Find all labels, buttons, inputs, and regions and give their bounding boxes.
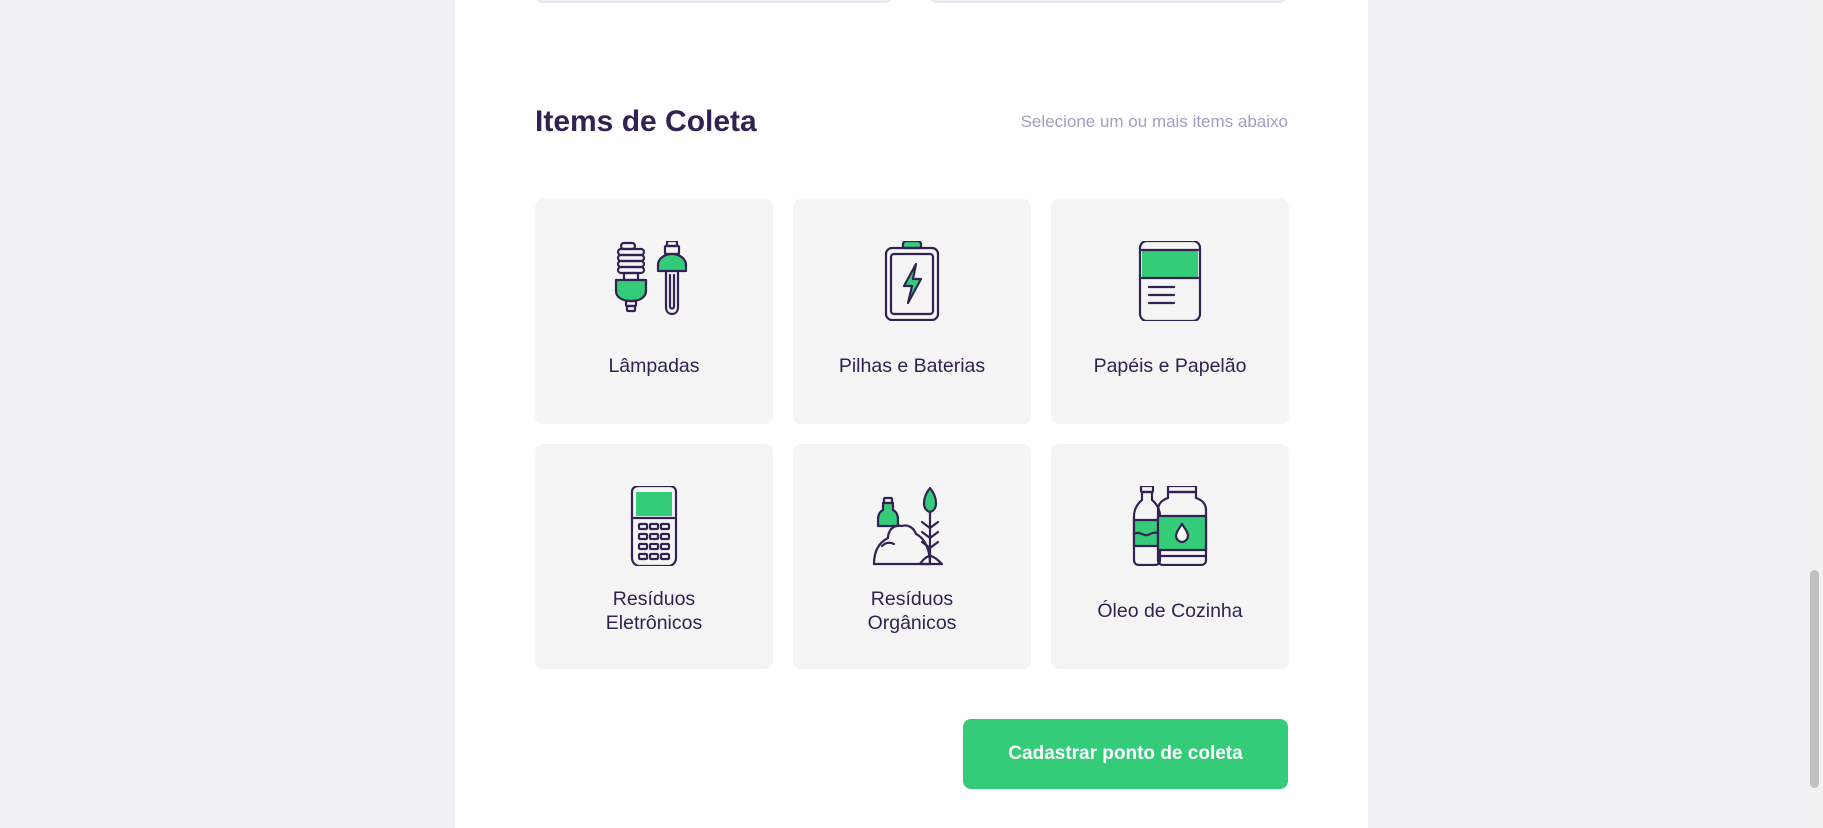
battery-icon [872, 241, 952, 321]
items-grid: Lâmpadas Pilhas e Baterias Papéis e Pape… [535, 199, 1289, 669]
page: Items de Coleta Selecione um ou mais ite… [0, 0, 1823, 828]
paper-icon [1130, 241, 1210, 321]
item-paper[interactable]: Papéis e Papelão [1051, 199, 1289, 424]
item-electronics[interactable]: Resíduos Eletrônicos [535, 444, 773, 669]
item-batteries[interactable]: Pilhas e Baterias [793, 199, 1031, 424]
previous-input-field-left[interactable] [535, 0, 893, 3]
submit-button[interactable]: Cadastrar ponto de coleta [963, 719, 1288, 789]
item-label: Óleo de Cozinha [1097, 599, 1243, 622]
item-label: Resíduos Eletrônicos [605, 587, 703, 634]
previous-input-field-right[interactable] [929, 0, 1287, 3]
item-label: Papéis e Papelão [1093, 354, 1247, 377]
item-label: Lâmpadas [608, 354, 700, 377]
item-label: Pilhas e Baterias [838, 354, 986, 377]
item-organic[interactable]: Resíduos Orgânicos [793, 444, 1031, 669]
section-hint: Selecione um ou mais items abaixo [1020, 112, 1288, 131]
item-lamps[interactable]: Lâmpadas [535, 199, 773, 424]
electronics-icon [614, 486, 694, 566]
item-cooking-oil[interactable]: Óleo de Cozinha [1051, 444, 1289, 669]
items-legend: Items de Coleta Selecione um ou mais ite… [535, 105, 1288, 139]
scrollbar[interactable] [1806, 0, 1823, 828]
cooking-oil-icon [1130, 486, 1210, 566]
lamps-icon [614, 241, 694, 321]
scrollbar-thumb[interactable] [1810, 570, 1819, 788]
form-card: Items de Coleta Selecione um ou mais ite… [455, 0, 1368, 828]
item-label: Resíduos Orgânicos [867, 587, 957, 634]
organic-waste-icon [872, 486, 952, 566]
section-title: Items de Coleta [535, 105, 757, 138]
